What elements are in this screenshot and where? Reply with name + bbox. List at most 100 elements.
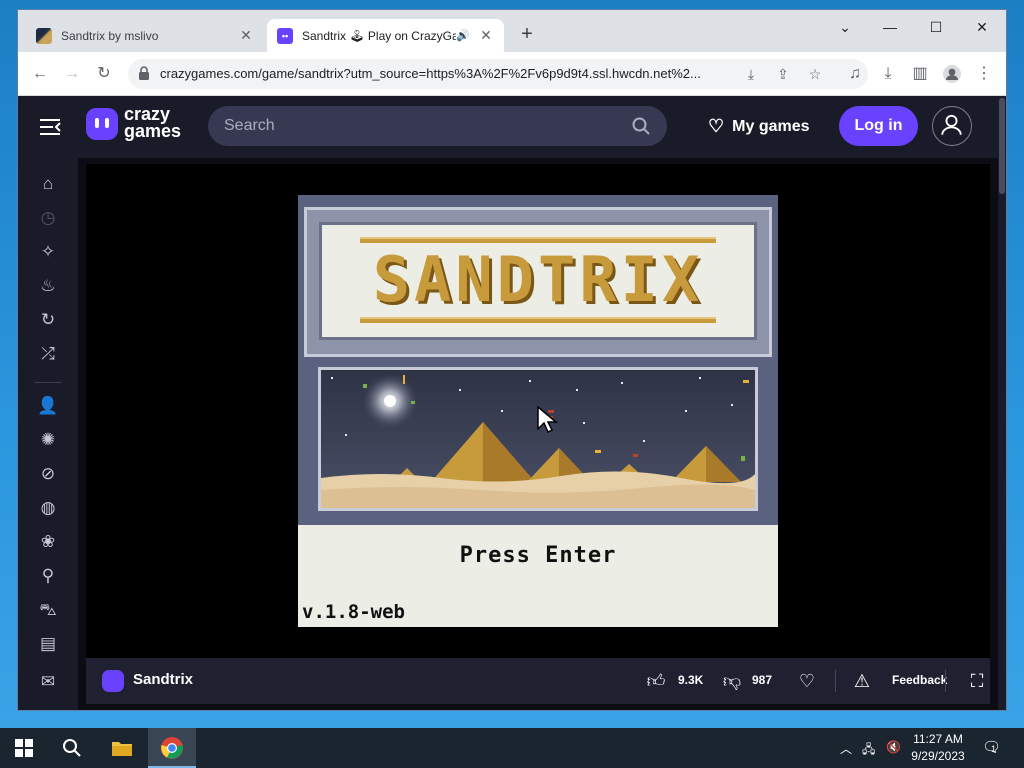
game-canvas[interactable]: SANDTRIX Press Enter v.1.8-web [298, 195, 778, 627]
multiplayer-icon[interactable]: 👤 [36, 394, 60, 418]
chrome-icon [161, 737, 183, 759]
mouse-cursor-icon [537, 405, 559, 434]
bike-icon[interactable]: ⚲ [36, 564, 60, 588]
sidebar: ⌂ ◷ ✧ ♨ ↻ ⤮ 👤 ✺ ⊘ ◍ ❀ ⚲ ⛍ ▤ ✉ [18, 158, 78, 710]
dislike-count: 987 [752, 673, 773, 687]
feedback-icon[interactable]: ⚠ [850, 669, 874, 693]
browser-window: Sandtrix by mslivo ✕ •• Sandtrix 🕹 Play … [18, 10, 1006, 710]
volume-muted-icon[interactable]: 🔇 [886, 740, 901, 754]
like-count: 9.3K [678, 673, 704, 687]
maximize-button[interactable]: ☐ [918, 14, 954, 40]
tab-title: Sandtrix by mslivo [61, 28, 159, 43]
basketball-icon[interactable]: ◍ [36, 496, 60, 520]
site-header: crazy games Search ♡ My games Log in [18, 96, 998, 158]
beauty-icon[interactable]: ❀ [36, 530, 60, 554]
windows-taskbar: ︿ 🖧 🔇 11:27 AM 9/29/2023 🗨 1 [0, 728, 1024, 768]
hamburger-menu-icon[interactable] [38, 115, 62, 139]
start-button[interactable] [0, 728, 48, 768]
search-icon [63, 739, 81, 757]
trending-icon[interactable]: ♨ [36, 274, 60, 298]
search-icon[interactable] [631, 116, 651, 136]
show-hidden-icons-button[interactable]: ︿ [840, 740, 852, 757]
gamebar-divider [835, 670, 836, 692]
browser-toolbar: ← → ↻ crazygames.com/game/sandtrix?utm_s… [18, 52, 1006, 96]
close-window-button[interactable]: ✕ [964, 14, 1000, 40]
new-tab-button[interactable]: + [516, 24, 538, 46]
game-frame[interactable]: SANDTRIX Press Enter v.1.8-web [86, 164, 990, 658]
minimize-button[interactable]: — [872, 14, 908, 40]
forward-button[interactable]: → [60, 62, 84, 86]
thumbs-up-icon[interactable]: 👍︎ [644, 669, 668, 693]
url-text[interactable]: crazygames.com/game/sandtrix?utm_source=… [160, 66, 720, 81]
star-icon[interactable]: ☆ [804, 63, 826, 85]
tab-close-icon[interactable]: ✕ [478, 27, 494, 44]
media-icon[interactable]: ♫ [843, 62, 867, 86]
updated-icon[interactable]: ↻ [36, 308, 60, 332]
thumbs-down-icon[interactable]: 👎︎ [720, 669, 744, 693]
clock-date: 9/29/2023 [911, 749, 965, 763]
tab-search-button[interactable]: ⌄ [827, 14, 863, 40]
install-icon[interactable]: ⤓ [740, 63, 762, 85]
crazygames-site: crazy games Search ♡ My games Log in ⌂ ◷ [18, 96, 1006, 710]
sandtrix-favicon-icon [36, 27, 52, 44]
action-icon[interactable]: ✺ [36, 428, 60, 452]
system-clock[interactable]: 11:27 AM 9/29/2023 [906, 731, 970, 765]
search-placeholder: Search [224, 117, 275, 134]
tab-crazygames[interactable]: •• Sandtrix 🕹 Play on CrazyGa 🔊 ✕ [267, 19, 504, 52]
search-taskbar-button[interactable] [48, 728, 96, 768]
fullscreen-icon[interactable]: ⛶ [965, 669, 989, 693]
lock-icon [139, 66, 149, 80]
desert-scene-illustration [318, 367, 758, 511]
user-icon [941, 114, 962, 135]
sidebar-divider [34, 382, 62, 383]
file-explorer-button[interactable] [98, 728, 146, 768]
adventure-icon[interactable]: ⊘ [36, 462, 60, 486]
recent-icon[interactable]: ◷ [36, 206, 60, 230]
mail-icon[interactable]: ✉ [36, 670, 60, 694]
title-line-bottom [360, 317, 716, 323]
tab-strip: Sandtrix by mslivo ✕ •• Sandtrix 🕹 Play … [18, 10, 1006, 52]
tab-close-icon[interactable]: ✕ [238, 27, 254, 44]
press-enter-prompt: Press Enter [459, 543, 617, 568]
search-input[interactable]: Search [208, 106, 667, 146]
back-button[interactable]: ← [28, 62, 52, 86]
tab-sandtrix-itch[interactable]: Sandtrix by mslivo ✕ [26, 19, 264, 52]
share-icon[interactable]: ⇪ [772, 63, 794, 85]
press-enter-panel: Press Enter v.1.8-web [298, 525, 778, 627]
network-icon[interactable]: 🖧 [862, 740, 875, 761]
user-profile-button[interactable] [932, 106, 972, 146]
game-info-bar: Sandtrix 👍︎ 9.3K 👎︎ 987 ♡ ⚠ Feedback ⛶ [86, 658, 990, 704]
new-icon[interactable]: ✧ [36, 240, 60, 264]
title-panel-inner: SANDTRIX [319, 222, 757, 340]
home-icon[interactable]: ⌂ [36, 172, 60, 196]
game-name[interactable]: Sandtrix [133, 671, 193, 688]
audio-playing-icon[interactable]: 🔊 [456, 29, 470, 42]
random-icon[interactable]: ⤮ [36, 342, 60, 366]
logo-line-2: games [124, 121, 182, 141]
download-icon[interactable]: ⤓ [876, 62, 900, 86]
menu-icon[interactable]: ⋮ [972, 62, 996, 86]
login-button[interactable]: Log in [839, 106, 918, 146]
car-icon[interactable]: ⛍ [36, 598, 60, 622]
reload-button[interactable]: ↻ [92, 62, 116, 86]
crazygames-logo-icon[interactable] [86, 108, 118, 140]
my-games-label: My games [732, 117, 810, 135]
address-bar[interactable]: crazygames.com/game/sandtrix?utm_source=… [128, 59, 868, 89]
game-version-label: v.1.8-web [302, 601, 405, 623]
gamebar-divider [945, 670, 946, 692]
favorite-heart-icon[interactable]: ♡ [795, 669, 819, 693]
game-logo-icon [102, 670, 124, 692]
scrollbar-thumb[interactable] [999, 98, 1005, 194]
crazygames-favicon-icon: •• [277, 27, 293, 44]
title-panel: SANDTRIX [304, 207, 772, 357]
notifications-button[interactable]: 🗨 1 [982, 738, 1001, 756]
chrome-taskbar-button[interactable] [148, 728, 196, 768]
folder-icon [112, 742, 132, 756]
my-games-button[interactable]: ♡ My games [708, 116, 810, 137]
card-icon[interactable]: ▤ [36, 632, 60, 656]
sidepanel-icon[interactable]: ▥ [908, 62, 932, 86]
profile-icon[interactable] [940, 62, 964, 86]
page-scrollbar[interactable] [998, 96, 1006, 710]
crazygames-logo-text[interactable]: crazy games [124, 105, 182, 141]
feedback-button[interactable]: Feedback [892, 673, 947, 687]
